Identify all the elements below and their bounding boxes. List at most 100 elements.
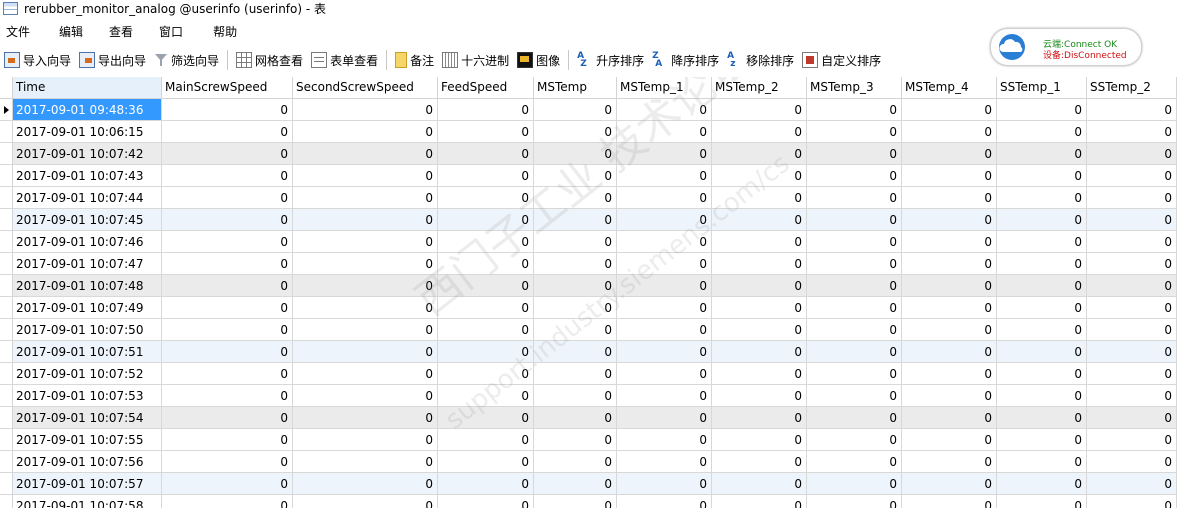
value-cell[interactable]: 0	[293, 363, 438, 385]
value-cell[interactable]: 0	[617, 253, 712, 275]
value-cell[interactable]: 0	[534, 99, 617, 121]
remove-sort-button[interactable]: A z 移除排序	[723, 49, 798, 71]
value-cell[interactable]: 0	[902, 473, 997, 495]
value-cell[interactable]: 0	[902, 231, 997, 253]
value-cell[interactable]: 0	[997, 319, 1087, 341]
value-cell[interactable]: 0	[534, 121, 617, 143]
value-cell[interactable]: 0	[807, 495, 902, 508]
value-cell[interactable]: 0	[902, 341, 997, 363]
value-cell[interactable]: 0	[712, 99, 807, 121]
export-wizard-button[interactable]: 导出向导	[75, 49, 150, 71]
value-cell[interactable]: 0	[902, 363, 997, 385]
value-cell[interactable]: 0	[293, 429, 438, 451]
value-cell[interactable]: 0	[293, 231, 438, 253]
value-cell[interactable]: 0	[162, 209, 293, 231]
value-cell[interactable]: 0	[997, 407, 1087, 429]
value-cell[interactable]: 0	[997, 429, 1087, 451]
value-cell[interactable]: 0	[997, 275, 1087, 297]
time-cell[interactable]: 2017-09-01 10:07:48	[13, 275, 162, 297]
value-cell[interactable]: 0	[617, 429, 712, 451]
value-cell[interactable]: 0	[438, 253, 534, 275]
form-view-button[interactable]: 表单查看	[307, 49, 382, 71]
row-selector[interactable]	[0, 99, 13, 121]
value-cell[interactable]: 0	[997, 495, 1087, 508]
value-cell[interactable]: 0	[712, 495, 807, 508]
value-cell[interactable]: 0	[293, 451, 438, 473]
value-cell[interactable]: 0	[438, 275, 534, 297]
value-cell[interactable]: 0	[293, 407, 438, 429]
value-cell[interactable]: 0	[712, 451, 807, 473]
value-cell[interactable]: 0	[438, 363, 534, 385]
value-cell[interactable]: 0	[902, 99, 997, 121]
value-cell[interactable]: 0	[617, 187, 712, 209]
value-cell[interactable]: 0	[293, 99, 438, 121]
value-cell[interactable]: 0	[617, 297, 712, 319]
value-cell[interactable]: 0	[162, 143, 293, 165]
value-cell[interactable]: 0	[712, 275, 807, 297]
menu-edit[interactable]: 编辑	[59, 23, 83, 40]
row-selector[interactable]	[0, 275, 13, 297]
value-cell[interactable]: 0	[617, 473, 712, 495]
value-cell[interactable]: 0	[807, 341, 902, 363]
row-selector[interactable]	[0, 451, 13, 473]
column-header-mstemp[interactable]: MSTemp	[534, 77, 617, 98]
value-cell[interactable]: 0	[712, 429, 807, 451]
value-cell[interactable]: 0	[997, 385, 1087, 407]
value-cell[interactable]: 0	[807, 253, 902, 275]
value-cell[interactable]: 0	[293, 165, 438, 187]
time-cell[interactable]: 2017-09-01 10:07:57	[13, 473, 162, 495]
value-cell[interactable]: 0	[438, 121, 534, 143]
value-cell[interactable]: 0	[997, 363, 1087, 385]
value-cell[interactable]: 0	[712, 473, 807, 495]
sort-desc-button[interactable]: Z A 降序排序	[648, 49, 723, 71]
time-cell[interactable]: 2017-09-01 10:07:42	[13, 143, 162, 165]
row-selector[interactable]	[0, 253, 13, 275]
value-cell[interactable]: 0	[617, 451, 712, 473]
value-cell[interactable]: 0	[1087, 275, 1177, 297]
value-cell[interactable]: 0	[162, 385, 293, 407]
filter-wizard-button[interactable]: 筛选向导	[150, 49, 223, 71]
column-header-secondscrewspeed[interactable]: SecondScrewSpeed	[293, 77, 438, 98]
value-cell[interactable]: 0	[293, 495, 438, 508]
table-row[interactable]: 2017-09-01 10:07:45 0 0 0 0 0 0 0 0 0 0	[0, 209, 1177, 231]
value-cell[interactable]: 0	[162, 121, 293, 143]
value-cell[interactable]: 0	[997, 121, 1087, 143]
value-cell[interactable]: 0	[807, 429, 902, 451]
value-cell[interactable]: 0	[807, 209, 902, 231]
value-cell[interactable]: 0	[1087, 429, 1177, 451]
value-cell[interactable]: 0	[162, 407, 293, 429]
value-cell[interactable]: 0	[1087, 451, 1177, 473]
value-cell[interactable]: 0	[534, 363, 617, 385]
value-cell[interactable]: 0	[293, 385, 438, 407]
value-cell[interactable]: 0	[162, 473, 293, 495]
value-cell[interactable]: 0	[712, 319, 807, 341]
time-cell[interactable]: 2017-09-01 09:48:36	[13, 99, 162, 121]
value-cell[interactable]: 0	[438, 297, 534, 319]
value-cell[interactable]: 0	[807, 121, 902, 143]
value-cell[interactable]: 0	[534, 407, 617, 429]
value-cell[interactable]: 0	[438, 99, 534, 121]
value-cell[interactable]: 0	[1087, 495, 1177, 508]
value-cell[interactable]: 0	[712, 341, 807, 363]
table-row[interactable]: 2017-09-01 10:07:54 0 0 0 0 0 0 0 0 0 0	[0, 407, 1177, 429]
value-cell[interactable]: 0	[534, 165, 617, 187]
table-row[interactable]: 2017-09-01 10:07:56 0 0 0 0 0 0 0 0 0 0	[0, 451, 1177, 473]
table-row[interactable]: 2017-09-01 10:07:44 0 0 0 0 0 0 0 0 0 0	[0, 187, 1177, 209]
value-cell[interactable]: 0	[807, 99, 902, 121]
row-selector[interactable]	[0, 495, 13, 508]
value-cell[interactable]: 0	[1087, 209, 1177, 231]
table-row[interactable]: 2017-09-01 10:07:47 0 0 0 0 0 0 0 0 0 0	[0, 253, 1177, 275]
column-header-mstemp-1[interactable]: MSTemp_1	[617, 77, 712, 98]
value-cell[interactable]: 0	[902, 275, 997, 297]
time-cell[interactable]: 2017-09-01 10:07:54	[13, 407, 162, 429]
value-cell[interactable]: 0	[902, 429, 997, 451]
custom-sort-button[interactable]: 自定义排序	[798, 49, 885, 71]
row-selector[interactable]	[0, 209, 13, 231]
value-cell[interactable]: 0	[1087, 297, 1177, 319]
value-cell[interactable]: 0	[293, 187, 438, 209]
value-cell[interactable]: 0	[293, 253, 438, 275]
value-cell[interactable]: 0	[617, 341, 712, 363]
value-cell[interactable]: 0	[997, 99, 1087, 121]
value-cell[interactable]: 0	[162, 187, 293, 209]
value-cell[interactable]: 0	[162, 165, 293, 187]
